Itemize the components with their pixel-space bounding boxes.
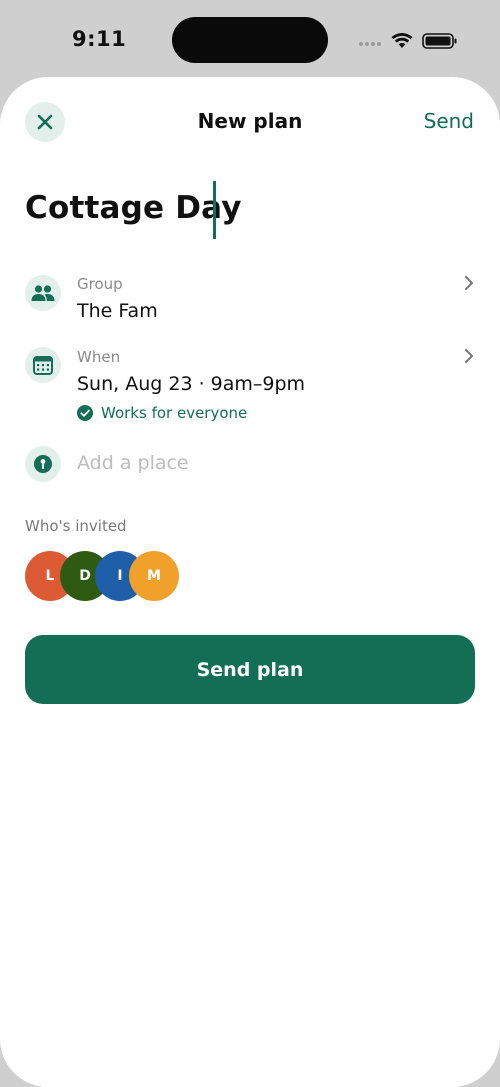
group-icon-badge xyxy=(25,275,61,311)
battery-icon xyxy=(422,33,457,49)
invited-label: Who's invited xyxy=(25,517,127,535)
status-time: 9:11 xyxy=(72,27,127,51)
when-icon-badge xyxy=(25,347,61,383)
dynamic-island xyxy=(172,17,328,63)
location-pin-icon xyxy=(34,455,52,473)
nav-bar: New plan Send xyxy=(0,77,500,167)
group-value: The Fam xyxy=(77,300,158,322)
avatar[interactable]: M xyxy=(129,551,179,601)
wifi-icon xyxy=(391,33,413,48)
people-icon xyxy=(31,285,55,301)
cellular-signal-icon xyxy=(359,42,381,46)
place-input[interactable]: Add a place xyxy=(77,452,189,474)
text-cursor xyxy=(213,181,216,239)
availability-text: Works for everyone xyxy=(101,404,248,422)
avatar-initial: M xyxy=(147,568,161,584)
avatar-initial: L xyxy=(45,568,55,584)
checkmark-circle-icon xyxy=(77,405,93,421)
chevron-right-icon xyxy=(465,349,473,363)
when-label: When xyxy=(77,348,121,366)
calendar-icon xyxy=(33,356,53,375)
group-label: Group xyxy=(77,275,123,293)
send-button[interactable]: Send xyxy=(424,109,474,133)
status-bar: 9:11 xyxy=(0,0,500,80)
invited-avatars: L D I M xyxy=(25,551,185,601)
availability-status: Works for everyone xyxy=(77,404,247,422)
avatar-initial: I xyxy=(117,568,123,584)
when-value: Sun, Aug 23 · 9am–9pm xyxy=(77,373,306,395)
chevron-right-icon xyxy=(465,276,473,290)
new-plan-sheet: New plan Send Cottage Day Group The Fam xyxy=(0,77,500,1087)
plan-title-input[interactable]: Cottage Day xyxy=(25,190,242,226)
send-plan-label: Send plan xyxy=(196,658,304,681)
avatar-initial: D xyxy=(79,568,91,584)
send-plan-button[interactable]: Send plan xyxy=(25,635,475,704)
place-icon-badge xyxy=(25,446,61,482)
